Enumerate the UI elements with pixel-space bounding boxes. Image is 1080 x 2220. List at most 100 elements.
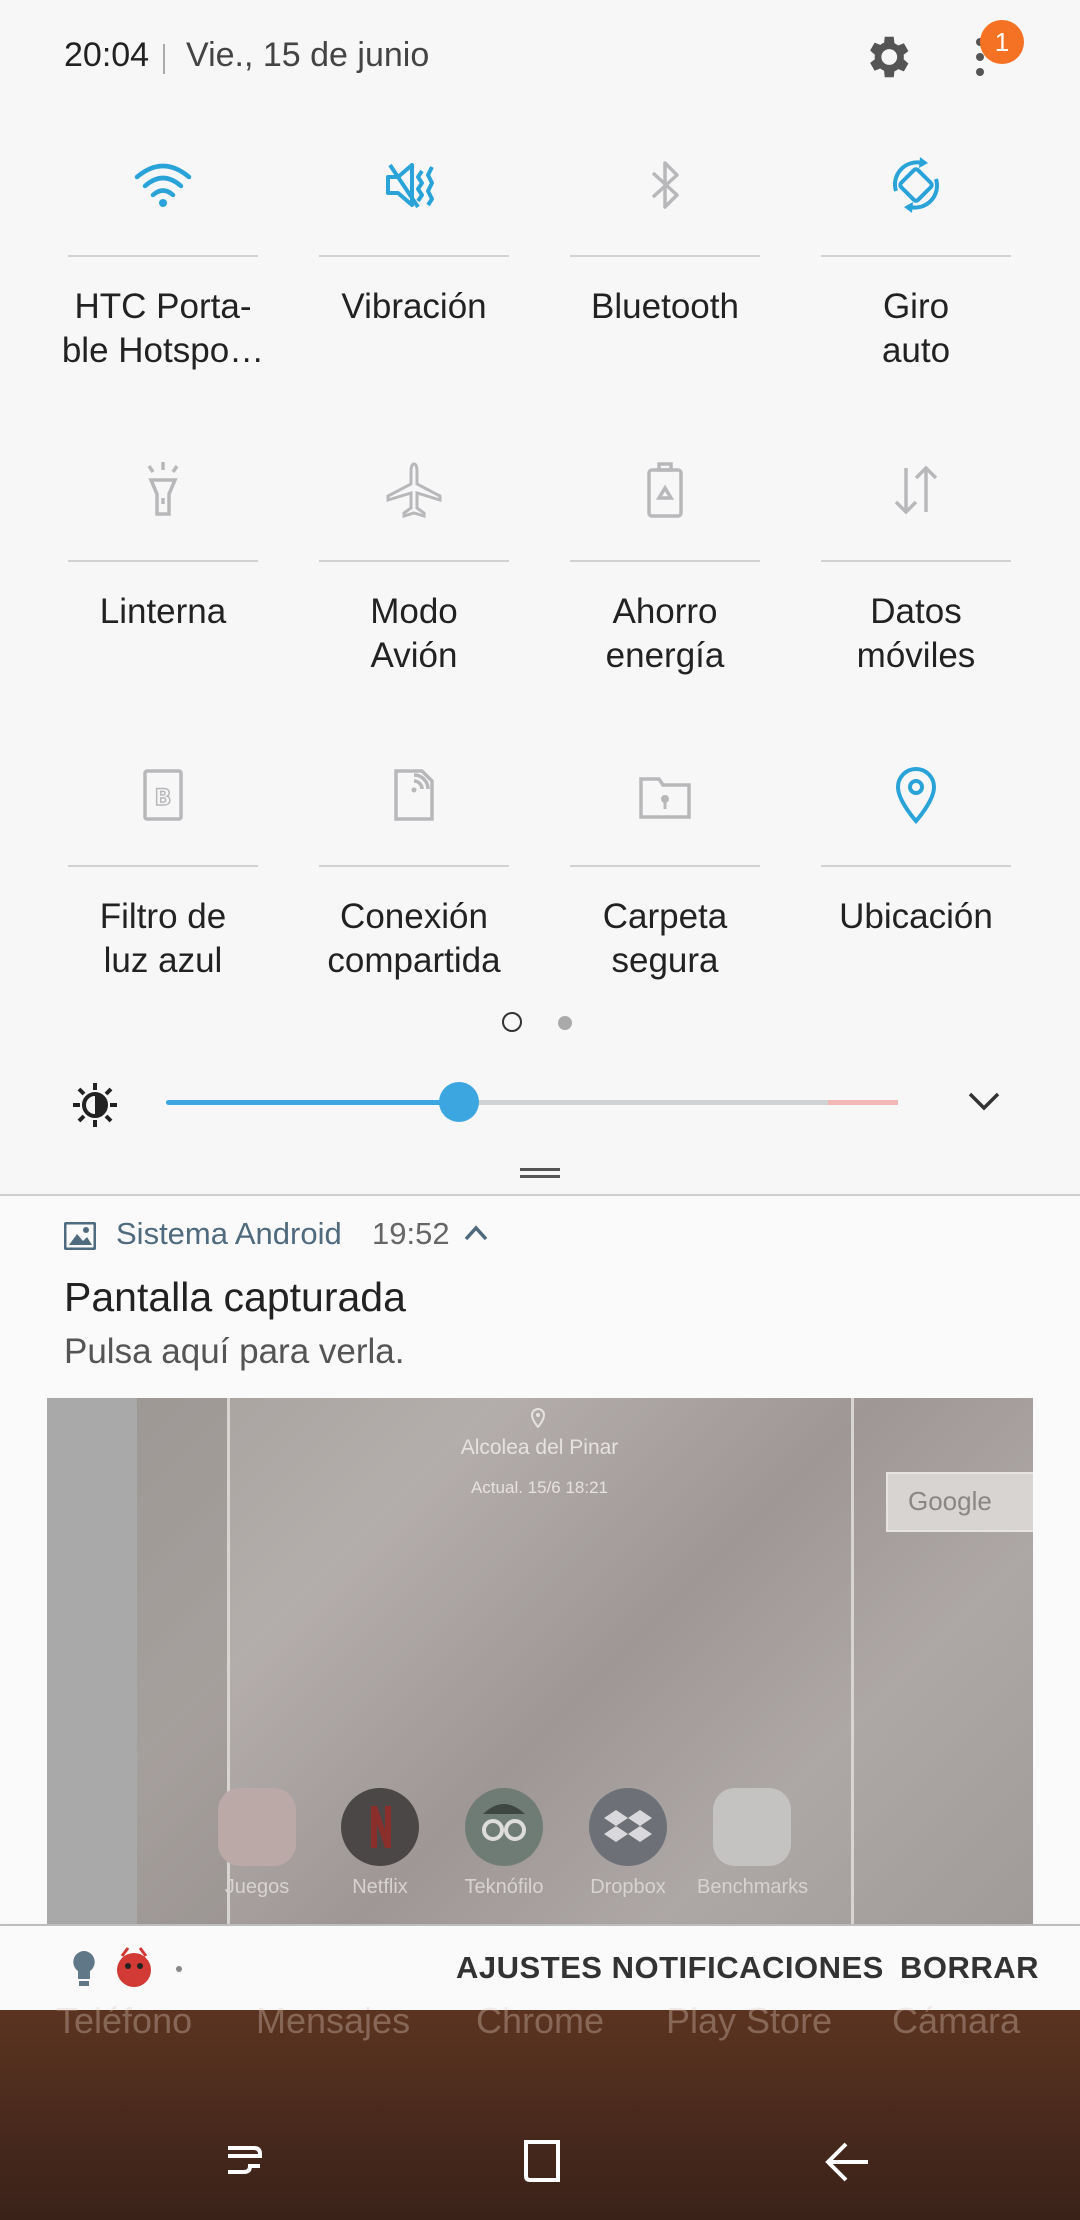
- vibrate-icon[interactable]: [374, 145, 454, 225]
- secure-folder-icon[interactable]: [625, 755, 705, 835]
- clock: 20:04: [64, 36, 150, 74]
- dock-labels: Teléfono Mensajes Chrome Play Store Cáma…: [0, 2000, 1080, 2041]
- quick-tile-wifi[interactable]: HTC Porta- ble Hotspo…: [62, 135, 264, 395]
- quick-tile-hotspot[interactable]: Conexión compartida: [319, 745, 509, 1005]
- tile-divider: [319, 865, 509, 867]
- brightness-slider-thumb[interactable]: [438, 1082, 479, 1122]
- teknofilo-icon: [465, 1788, 543, 1866]
- tile-divider: [570, 560, 760, 562]
- tile-label[interactable]: Giro auto: [801, 285, 1031, 373]
- preview-search-bar: Google: [886, 1472, 1033, 1532]
- airplane-icon[interactable]: [374, 450, 454, 530]
- quick-tile-power-saving[interactable]: Ahorro energía: [570, 440, 760, 700]
- quick-tile-bluetooth[interactable]: Bluetooth: [570, 135, 760, 395]
- power-saving-icon[interactable]: [625, 450, 705, 530]
- chevron-down-icon[interactable]: [966, 1088, 1002, 1116]
- gear-icon[interactable]: [860, 30, 914, 84]
- preview-app-dropbox: Dropbox: [573, 1788, 683, 1899]
- quick-tile-mobile-data[interactable]: Datos móviles: [821, 440, 1011, 700]
- wifi-icon[interactable]: [123, 145, 203, 225]
- location-pin-icon: [529, 1407, 547, 1429]
- clear-all-button[interactable]: BORRAR: [900, 1950, 1039, 1986]
- tile-divider: [68, 865, 258, 867]
- tile-divider: [821, 560, 1011, 562]
- home-button-icon[interactable]: [514, 2134, 574, 2188]
- bluetooth-icon[interactable]: [625, 145, 705, 225]
- tile-divider: [821, 255, 1011, 257]
- tile-label[interactable]: Datos móviles: [801, 590, 1031, 678]
- page-dot[interactable]: [558, 1016, 572, 1030]
- tile-label[interactable]: Conexión compartida: [299, 895, 529, 983]
- notification-settings-button[interactable]: AJUSTES NOTIFICACIONES: [456, 1950, 884, 1986]
- tile-label[interactable]: Ahorro energía: [550, 590, 780, 678]
- tile-label[interactable]: Filtro de luz azul: [48, 895, 278, 983]
- dock-label: Cámara: [892, 2000, 1021, 2041]
- quick-tile-auto-rotate[interactable]: Giro auto: [821, 135, 1011, 395]
- tile-label[interactable]: Bluetooth: [550, 285, 780, 329]
- tile-divider: [68, 560, 258, 562]
- tile-label[interactable]: Vibración: [299, 285, 529, 329]
- preview-app-netflix: Netflix: [325, 1788, 435, 1899]
- notification-footer: AJUSTES NOTIFICACIONES BORRAR: [0, 1924, 1080, 2010]
- notification-app-name: Sistema Android: [116, 1216, 342, 1251]
- preview-divider: [851, 1398, 854, 1926]
- tile-divider: [68, 255, 258, 257]
- page-indicator: [500, 1010, 580, 1034]
- preview-app-teknofilo: Teknófilo: [449, 1788, 559, 1899]
- tile-label[interactable]: Modo Avión: [299, 590, 529, 678]
- quick-tile-vibrate[interactable]: Vibración: [319, 135, 509, 395]
- preview-weather-updated: Actual. 15/6 18:21: [470, 1478, 609, 1497]
- quick-tile-flashlight[interactable]: Linterna: [68, 440, 258, 700]
- lightbulb-icon: [72, 1950, 96, 1988]
- quick-tile-blue-light-filter[interactable]: B Filtro de luz azul: [68, 745, 258, 1005]
- tile-label[interactable]: HTC Porta- ble Hotspo…: [48, 285, 278, 373]
- date-label[interactable]: Vie., 15 de junio: [186, 36, 429, 75]
- blue-light-filter-icon[interactable]: B: [123, 755, 203, 835]
- tile-label[interactable]: Ubicación: [801, 895, 1031, 939]
- tile-label[interactable]: Linterna: [48, 590, 278, 634]
- panel-header: 20:04 Vie., 15 de junio 1: [0, 0, 1080, 120]
- dock-label: Mensajes: [256, 2000, 411, 2041]
- preview-app-label: Dropbox: [590, 1876, 666, 1898]
- notification-badge: 1: [980, 20, 1024, 64]
- mobile-data-icon[interactable]: [876, 450, 956, 530]
- brightness-slider[interactable]: [166, 1082, 898, 1122]
- netflix-icon: [341, 1788, 419, 1866]
- preview-app-label: Netflix: [352, 1876, 408, 1898]
- antutu-icon: [114, 1946, 154, 1990]
- quick-tile-secure-folder[interactable]: Carpeta segura: [570, 745, 760, 1005]
- folder-icon: [218, 1788, 296, 1866]
- hotspot-icon[interactable]: [374, 755, 454, 835]
- panel-drag-handle[interactable]: [520, 1168, 560, 1178]
- location-icon[interactable]: [876, 755, 956, 835]
- preview-app-label: Juegos: [224, 1876, 290, 1898]
- image-icon: [63, 1221, 97, 1251]
- quick-tile-airplane[interactable]: Modo Avión: [319, 440, 509, 700]
- tile-divider: [570, 865, 760, 867]
- header-separator: [163, 44, 165, 74]
- page-dot-current[interactable]: [502, 1012, 522, 1032]
- notification-title: Pantalla capturada: [64, 1274, 406, 1320]
- flashlight-icon[interactable]: [123, 450, 203, 530]
- svg-text:B: B: [155, 786, 172, 811]
- chevron-up-icon[interactable]: [462, 1222, 490, 1244]
- quick-tile-location[interactable]: Ubicación: [821, 745, 1011, 1005]
- brightness-slider-fill: [166, 1100, 459, 1105]
- preview-app-label: Teknófilo: [464, 1876, 544, 1898]
- navigation-bar: [0, 2100, 1080, 2220]
- tile-label[interactable]: Carpeta segura: [550, 895, 780, 983]
- dock-label: Chrome: [476, 2000, 605, 2041]
- recent-apps-icon[interactable]: [214, 2134, 274, 2188]
- preview-left-panel: [47, 1398, 137, 1926]
- auto-rotate-icon[interactable]: [876, 145, 956, 225]
- tile-divider: [570, 255, 760, 257]
- brightness-icon: [70, 1080, 120, 1130]
- screenshot-preview[interactable]: Alcolea del Pinar Actual. 15/6 18:21 Goo…: [47, 1398, 1033, 1926]
- back-arrow-icon[interactable]: [818, 2134, 878, 2188]
- notification-time: 19:52: [372, 1216, 450, 1251]
- folder-icon: [713, 1788, 791, 1866]
- dropbox-icon: [589, 1788, 667, 1866]
- screenshot-notification[interactable]: Sistema Android 19:52 Pantalla capturada…: [0, 1196, 1080, 1926]
- more-notifications-dot: [176, 1966, 182, 1972]
- notification-text: Pulsa aquí para verla.: [64, 1332, 405, 1371]
